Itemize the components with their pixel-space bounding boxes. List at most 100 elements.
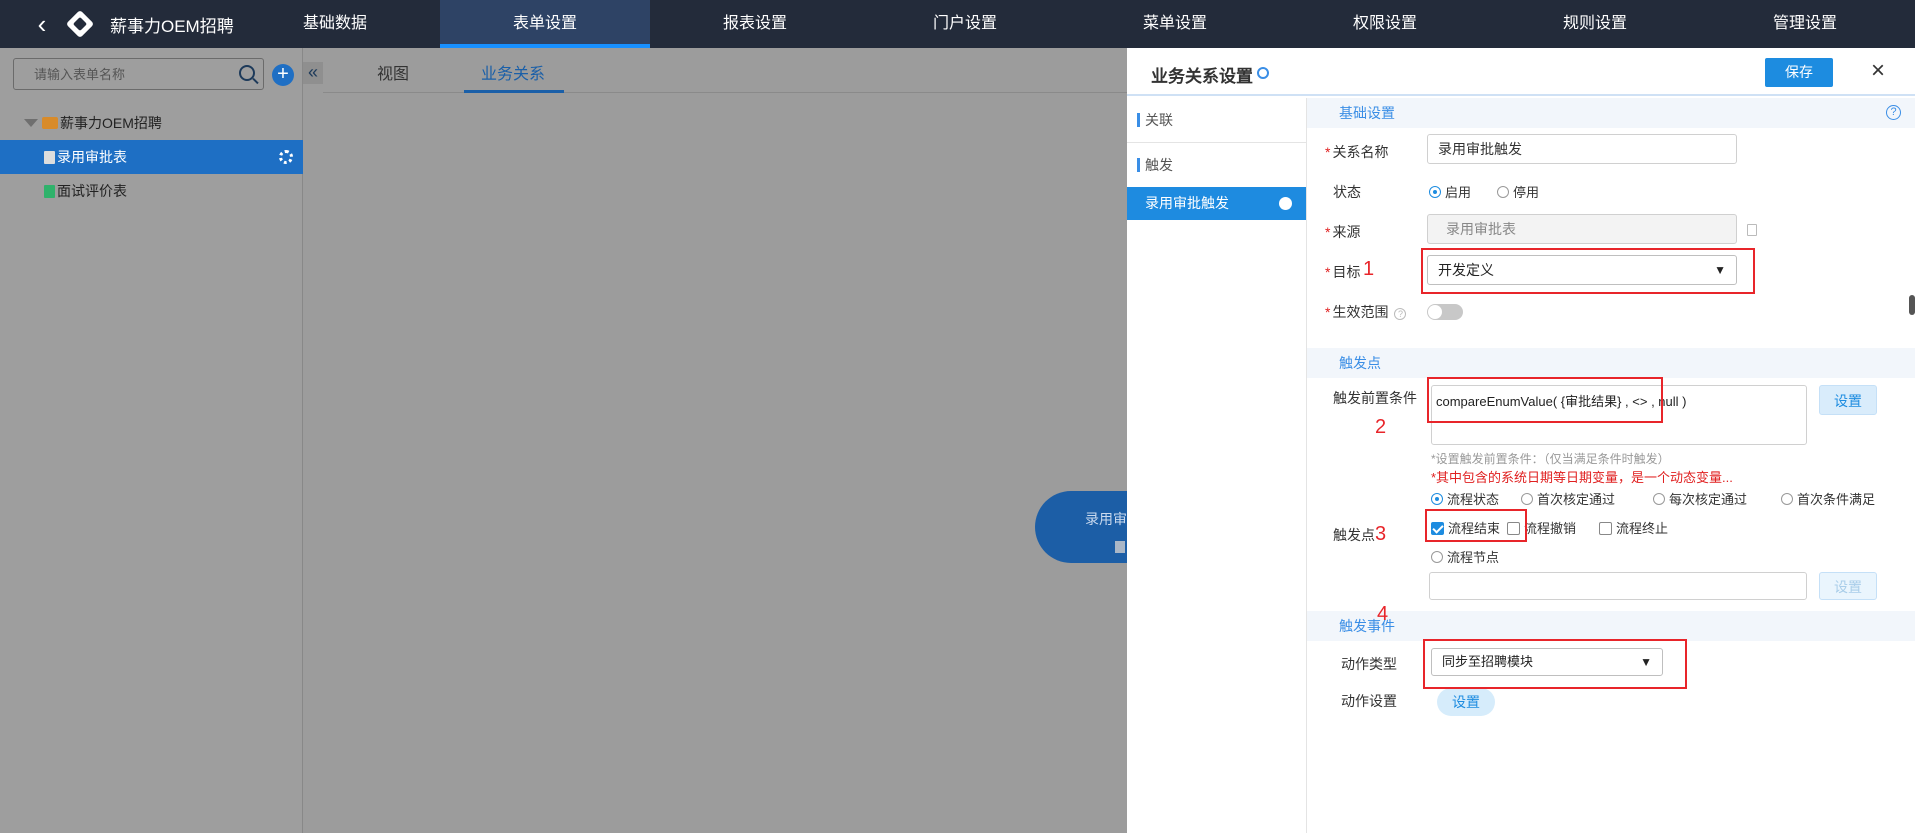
action-type-label: 动作类型 [1341, 656, 1397, 672]
relation-item-approval-trigger[interactable]: 录用审批触发 [1127, 187, 1306, 220]
top-nav-bar: ‹ 薪事力OEM招聘 基础数据 表单设置 报表设置 门户设置 菜单设置 权限设置… [0, 0, 1915, 48]
collapse-sidebar-icon[interactable]: « [303, 62, 323, 84]
action-setting-button[interactable]: 设置 [1437, 688, 1495, 716]
help-icon: ? [1394, 308, 1407, 320]
status-enabled-radio[interactable]: 启用 [1429, 182, 1471, 201]
section-trigger-point: 触发点 [1307, 348, 1915, 378]
annotation-box-2 [1427, 377, 1663, 423]
active-tab-indicator [464, 90, 564, 93]
action-setting-label: 动作设置 [1341, 693, 1397, 709]
radio-icon [1497, 186, 1509, 198]
relation-node-label: 录用审 [1085, 511, 1127, 527]
flow-terminate-checkbox[interactable]: 流程终止 [1599, 518, 1668, 537]
mode-first-approve-radio[interactable]: 首次核定通过 [1521, 489, 1615, 508]
tree-item-label: 录用审批表 [57, 149, 127, 165]
drawer-header: 业务关系设置 保存 × [1127, 48, 1915, 96]
nav-rule-settings[interactable]: 规则设置 [1490, 0, 1700, 48]
annotation-box-4 [1423, 639, 1687, 689]
form-sidebar: + 薪事力OEM招聘 录用审批表 面试评价表 [0, 48, 303, 833]
tree-item-approval-form[interactable]: 录用审批表 [0, 140, 303, 174]
tab-business-relation[interactable]: 业务关系 [481, 60, 545, 84]
precondition-set-button[interactable]: 设置 [1819, 385, 1877, 415]
annotation-number-1: 1 [1363, 258, 1375, 280]
status-dot-icon [1279, 197, 1292, 210]
folder-icon [42, 117, 58, 129]
name-label: * 关系名称 [1325, 144, 1389, 160]
mode-first-condition-radio[interactable]: 首次条件满足 [1781, 489, 1875, 508]
radio-icon [1429, 186, 1441, 198]
date-variable-warning: *其中包含的系统日期等日期变量，是一个动态变量... [1431, 470, 1733, 485]
document-icon [44, 150, 55, 164]
save-button[interactable]: 保存 [1765, 58, 1833, 87]
source-label: * 来源 [1325, 224, 1361, 240]
scrollbar-thumb[interactable] [1909, 295, 1915, 315]
radio-icon [1431, 493, 1443, 505]
relation-name-input[interactable]: 录用审批触发 [1427, 134, 1737, 164]
main-nav: 基础数据 表单设置 报表设置 门户设置 菜单设置 权限设置 规则设置 管理设置 [230, 0, 1910, 48]
annotation-number-4: 4 [1377, 603, 1389, 625]
gear-icon[interactable] [279, 150, 293, 164]
section-trigger-event: 触发事件 [1307, 611, 1915, 641]
section-title: 触发点 [1339, 355, 1381, 371]
form-tree: 薪事力OEM招聘 录用审批表 面试评价表 [0, 106, 303, 208]
radio-icon [1431, 551, 1443, 563]
nav-form-settings[interactable]: 表单设置 [440, 0, 650, 48]
relation-section-trigger[interactable]: 触发 [1127, 143, 1306, 187]
app-logo-icon [65, 9, 95, 39]
precondition-label: 触发前置条件 [1333, 390, 1417, 406]
relation-settings-drawer: 业务关系设置 保存 × 关联 触发 录用审批触发 基础设置 ? * 关系名称 录用… [1127, 48, 1915, 833]
radio-icon [1653, 493, 1665, 505]
precondition-hint: *设置触发前置条件：（仅当满足条件时触发） [1431, 452, 1670, 466]
nav-permission-settings[interactable]: 权限设置 [1280, 0, 1490, 48]
mode-process-status-radio[interactable]: 流程状态 [1431, 489, 1499, 508]
section-title: 基础设置 [1339, 105, 1395, 121]
nav-basic-data[interactable]: 基础数据 [230, 0, 440, 48]
relation-section-link[interactable]: 关联 [1127, 98, 1306, 142]
radio-icon [1781, 493, 1793, 505]
relation-list: 关联 触发 录用审批触发 [1127, 98, 1307, 833]
target-label: * 目标 [1325, 264, 1361, 280]
tree-item-label: 面试评价表 [57, 183, 127, 199]
nav-admin-settings[interactable]: 管理设置 [1700, 0, 1910, 48]
flow-node-set-button[interactable]: 设置 [1819, 572, 1877, 600]
scope-toggle[interactable] [1427, 304, 1463, 320]
document-icon [1115, 541, 1125, 553]
status-disabled-radio[interactable]: 停用 [1497, 182, 1539, 201]
nav-report-settings[interactable]: 报表设置 [650, 0, 860, 48]
add-form-button[interactable]: + [272, 64, 294, 86]
flow-node-radio[interactable]: 流程节点 [1431, 547, 1499, 566]
close-icon[interactable]: × [1867, 58, 1889, 84]
view-tabs: 视图 业务关系 [323, 48, 1127, 93]
zoom-icon[interactable] [1257, 67, 1269, 79]
tree-item-interview-form[interactable]: 面试评价表 [0, 174, 303, 208]
form-search [13, 58, 264, 90]
section-basic-settings: 基础设置 ? [1307, 98, 1915, 128]
trigger-point-label: 触发点 [1333, 527, 1375, 543]
scope-label: * 生效范围? [1325, 302, 1407, 322]
document-icon [44, 184, 55, 198]
relation-item-label: 录用审批触发 [1145, 195, 1229, 211]
annotation-number-2: 2 [1375, 416, 1387, 438]
checkbox-icon [1599, 522, 1612, 535]
caret-down-icon[interactable] [24, 119, 38, 127]
tree-root[interactable]: 薪事力OEM招聘 [0, 106, 303, 140]
form-search-input[interactable] [14, 59, 224, 89]
back-arrow-icon[interactable]: ‹ [22, 0, 62, 48]
copy-icon[interactable] [1747, 224, 1757, 236]
annotation-number-3: 3 [1375, 523, 1387, 545]
nav-portal-settings[interactable]: 门户设置 [860, 0, 1070, 48]
help-icon[interactable]: ? [1886, 105, 1901, 120]
flow-node-input[interactable] [1429, 572, 1807, 600]
status-label: 状态 [1333, 184, 1361, 200]
nav-menu-settings[interactable]: 菜单设置 [1070, 0, 1280, 48]
annotation-box-1 [1421, 248, 1755, 294]
tab-view[interactable]: 视图 [377, 60, 409, 84]
relation-form: 基础设置 ? * 关系名称 录用审批触发 状态 启用 停用 * 来源 录用审批表 *… [1307, 98, 1915, 833]
annotation-box-3 [1425, 509, 1527, 542]
mode-every-approve-radio[interactable]: 每次核定通过 [1653, 489, 1747, 508]
center-canvas: 视图 业务关系 录用审 [323, 48, 1155, 833]
source-input: 录用审批表 [1427, 214, 1737, 244]
drawer-title: 业务关系设置 [1151, 67, 1253, 86]
search-icon[interactable] [239, 65, 255, 81]
tree-root-label: 薪事力OEM招聘 [60, 115, 162, 131]
